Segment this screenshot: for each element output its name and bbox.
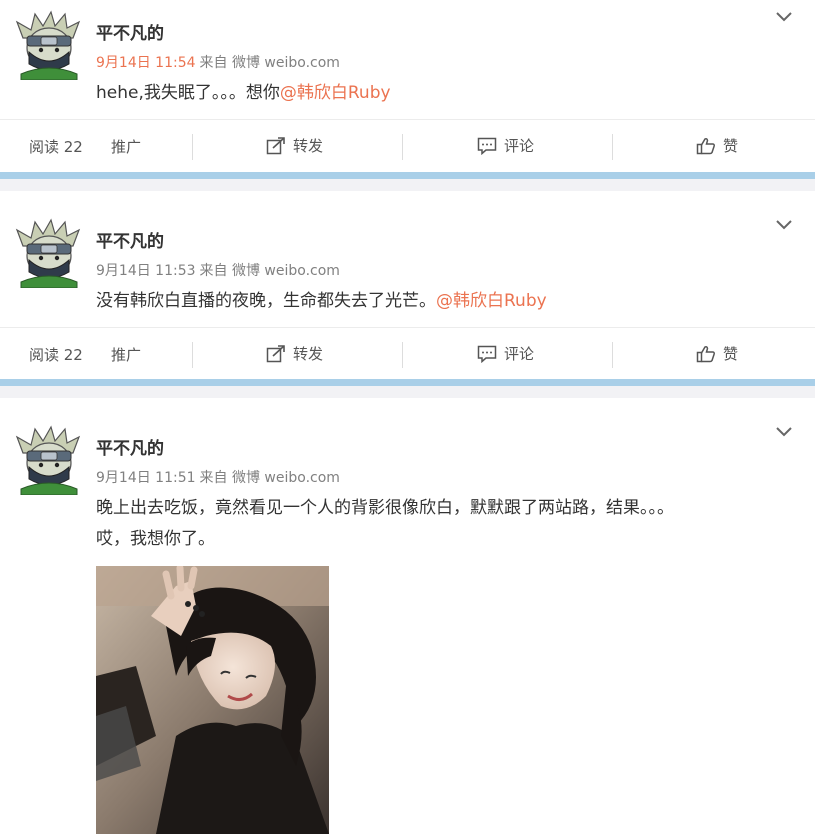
post-source[interactable]: 来自 微博 weibo.com bbox=[200, 55, 340, 71]
post-body-line: 晚上出去吃饭，竟然看见一个人的背影很像欣白，默默跟了两站路，结果。。。 bbox=[96, 498, 674, 518]
repost-button[interactable]: 转发 bbox=[266, 135, 323, 156]
divider bbox=[192, 342, 193, 368]
post-separator bbox=[0, 379, 815, 398]
read-count: 阅读 22 bbox=[29, 138, 83, 156]
read-count: 阅读 22 bbox=[29, 346, 83, 364]
comment-icon bbox=[477, 345, 497, 363]
comment-icon bbox=[477, 137, 497, 155]
divider bbox=[402, 342, 403, 368]
avatar[interactable] bbox=[13, 8, 85, 80]
repost-button[interactable]: 转发 bbox=[266, 343, 323, 364]
chevron-down-icon[interactable] bbox=[775, 219, 793, 231]
post-time[interactable]: 9月14日 11:54 bbox=[96, 55, 196, 71]
repost-icon bbox=[266, 136, 286, 155]
weibo-post: 平不凡的 9月14日 11:53 来自 微博 weibo.com 没有韩欣白直播的… bbox=[0, 191, 815, 380]
weibo-feed: 平不凡的 9月14日 11:54 来自 微博 weibo.com hehe,我失眠… bbox=[0, 0, 815, 834]
post-time[interactable]: 9月14日 11:51 bbox=[96, 470, 196, 486]
like-label: 赞 bbox=[723, 137, 739, 155]
like-button[interactable]: 赞 bbox=[696, 343, 738, 364]
like-button[interactable]: 赞 bbox=[696, 135, 738, 156]
post-time[interactable]: 9月14日 11:53 bbox=[96, 263, 196, 279]
weibo-post: 平不凡的 9月14日 11:54 来自 微博 weibo.com hehe,我失眠… bbox=[0, 0, 815, 172]
mention-link[interactable]: @韩欣白Ruby bbox=[436, 291, 547, 311]
post-text: hehe,我失眠了。。。想你@韩欣白Ruby bbox=[96, 78, 796, 109]
username[interactable]: 平不凡的 bbox=[96, 19, 164, 44]
post-source[interactable]: 来自 微博 weibo.com bbox=[200, 263, 340, 279]
post-separator bbox=[0, 172, 815, 191]
avatar[interactable] bbox=[13, 423, 85, 495]
repost-label: 转发 bbox=[293, 345, 324, 363]
promote-button[interactable]: 推广 bbox=[111, 136, 141, 157]
username[interactable]: 平不凡的 bbox=[96, 434, 164, 459]
post-photo[interactable] bbox=[96, 566, 329, 834]
chevron-down-icon[interactable] bbox=[775, 426, 793, 438]
avatar[interactable] bbox=[13, 216, 85, 288]
chevron-down-icon[interactable] bbox=[775, 11, 793, 23]
post-body: 没有韩欣白直播的夜晚，生命都失去了光芒。 bbox=[96, 291, 436, 311]
post-meta: 9月14日 11:53 来自 微博 weibo.com bbox=[96, 260, 340, 280]
weibo-post: 平不凡的 9月14日 11:51 来自 微博 weibo.com 晚上出去吃饭，竟… bbox=[0, 398, 815, 834]
comment-label: 评论 bbox=[504, 137, 535, 155]
post-text: 没有韩欣白直播的夜晚，生命都失去了光芒。@韩欣白Ruby bbox=[96, 286, 796, 317]
divider bbox=[612, 134, 613, 160]
thumbs-up-icon bbox=[696, 345, 716, 363]
post-source[interactable]: 来自 微博 weibo.com bbox=[200, 470, 340, 486]
divider bbox=[192, 134, 193, 160]
repost-icon bbox=[266, 344, 286, 363]
post-meta: 9月14日 11:54 来自 微博 weibo.com bbox=[96, 52, 340, 72]
username[interactable]: 平不凡的 bbox=[96, 227, 164, 252]
post-body: hehe,我失眠了。。。想你 bbox=[96, 83, 280, 103]
repost-label: 转发 bbox=[293, 137, 324, 155]
thumbs-up-icon bbox=[696, 137, 716, 155]
promote-button[interactable]: 推广 bbox=[111, 344, 141, 365]
like-label: 赞 bbox=[723, 345, 739, 363]
comment-button[interactable]: 评论 bbox=[477, 343, 534, 364]
divider bbox=[612, 342, 613, 368]
post-text: 晚上出去吃饭，竟然看见一个人的背影很像欣白，默默跟了两站路，结果。。。 哎，我想… bbox=[96, 493, 796, 555]
divider bbox=[402, 134, 403, 160]
mention-link[interactable]: @韩欣白Ruby bbox=[280, 83, 391, 103]
comment-button[interactable]: 评论 bbox=[477, 135, 534, 156]
post-body-line: 哎，我想你了。 bbox=[96, 529, 215, 549]
post-meta: 9月14日 11:51 来自 微博 weibo.com bbox=[96, 467, 340, 487]
action-bar: 阅读 22 推广 转发 评论 赞 bbox=[0, 327, 815, 381]
comment-label: 评论 bbox=[504, 345, 535, 363]
action-bar: 阅读 22 推广 转发 评论 赞 bbox=[0, 119, 815, 173]
